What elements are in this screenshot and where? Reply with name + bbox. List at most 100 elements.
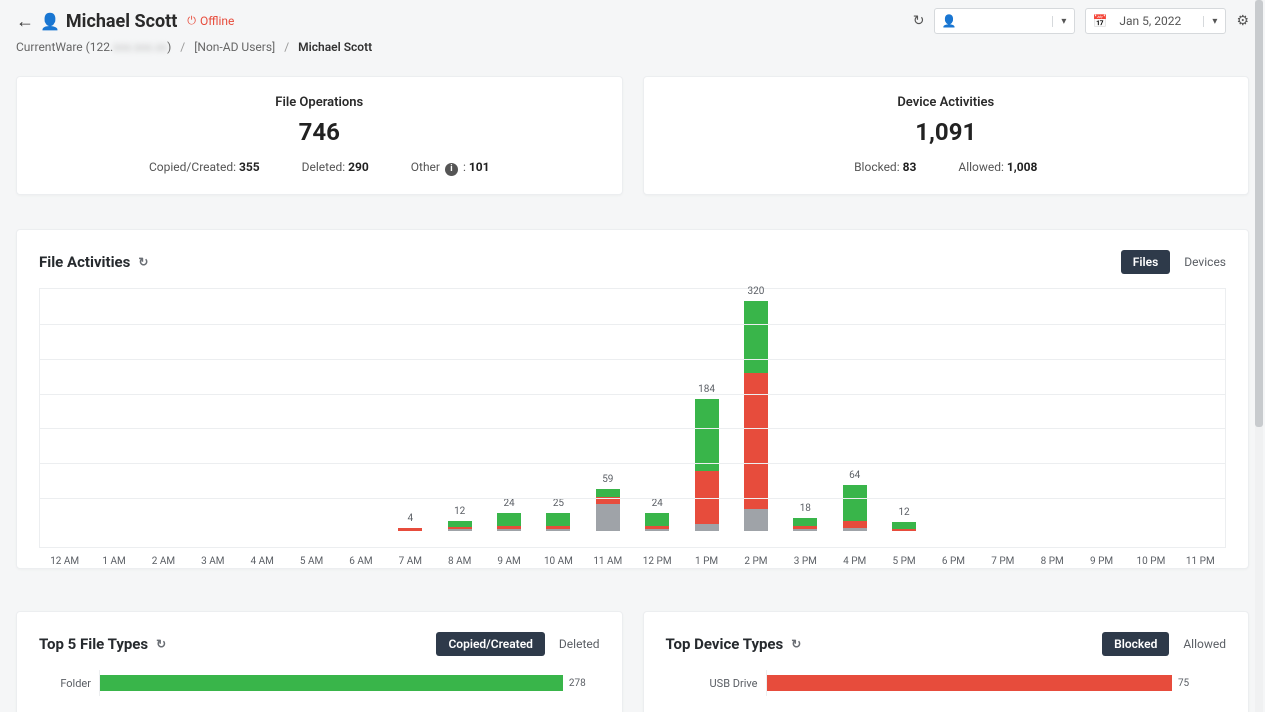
chart-column: 320 xyxy=(731,289,780,531)
chart-column: 4 xyxy=(386,289,435,531)
x-axis-label: 3 PM xyxy=(781,556,830,567)
bar-segment-gray xyxy=(448,529,472,531)
chart-column: 64 xyxy=(830,289,879,531)
back-arrow-icon[interactable]: ← xyxy=(16,11,34,32)
tab-deleted[interactable]: Deleted xyxy=(559,637,600,651)
top-device-types-chart: USB Drive75 xyxy=(666,670,1227,696)
chart-bar[interactable] xyxy=(793,518,817,531)
blocked-stat: Blocked: 83 xyxy=(854,160,916,174)
tab-files[interactable]: Files xyxy=(1121,250,1170,274)
chart-column: 24 xyxy=(633,289,682,531)
bar-value-label: 59 xyxy=(602,474,613,485)
page-scrollbar[interactable] xyxy=(1255,0,1263,712)
chart-column xyxy=(287,289,336,531)
x-axis-label: 3 AM xyxy=(188,556,237,567)
panel-title: Top Device Types xyxy=(666,635,784,653)
card-title: Device Activities xyxy=(660,95,1233,110)
x-axis-label: 7 AM xyxy=(386,556,435,567)
panel-title: File Activities xyxy=(39,253,130,271)
tab-devices[interactable]: Devices xyxy=(1184,255,1226,269)
card-title: File Operations xyxy=(33,95,606,110)
other-stat: Other i : 101 xyxy=(411,160,490,176)
user-icon: 👤 xyxy=(40,12,60,31)
refresh-icon[interactable]: ↻ xyxy=(791,637,801,651)
chart-column: 18 xyxy=(781,289,830,531)
chart-bar[interactable] xyxy=(843,485,867,531)
bar-segment-green xyxy=(596,489,620,498)
hchart-value-label: 75 xyxy=(1178,678,1189,689)
x-axis-label: 2 AM xyxy=(139,556,188,567)
deleted-stat: Deleted: 290 xyxy=(302,160,369,176)
bar-segment-green xyxy=(892,522,916,529)
x-axis-label: 1 AM xyxy=(89,556,138,567)
chart-bar[interactable] xyxy=(744,301,768,531)
user-picker[interactable]: 👤 ▾ xyxy=(934,8,1075,34)
date-picker[interactable]: 📅 Jan 5, 2022 ▾ xyxy=(1085,8,1226,34)
breadcrumb-group[interactable]: [Non-AD Users] xyxy=(194,40,275,54)
status-badge: ⏻ Offline xyxy=(187,14,234,28)
chart-gridline xyxy=(40,463,1225,464)
chart-bar[interactable] xyxy=(892,522,916,531)
date-picker-value: Jan 5, 2022 xyxy=(1113,14,1203,28)
breadcrumb-sep: / xyxy=(180,40,185,54)
tab-blocked[interactable]: Blocked xyxy=(1102,632,1169,656)
x-axis-label: 2 PM xyxy=(731,556,780,567)
x-axis-label: 8 AM xyxy=(435,556,484,567)
bar-segment-green xyxy=(793,518,817,527)
chart-column xyxy=(978,289,1027,531)
chart-column xyxy=(188,289,237,531)
gear-icon[interactable]: ⚙ xyxy=(1236,13,1249,29)
calendar-icon: 📅 xyxy=(1086,14,1113,28)
chart-bar[interactable] xyxy=(546,513,570,531)
bar-segment-red xyxy=(843,521,867,528)
bar-segment-gray xyxy=(695,524,719,531)
bar-segment-gray xyxy=(793,529,817,531)
chevron-down-icon[interactable]: ▾ xyxy=(1052,16,1074,27)
tab-allowed[interactable]: Allowed xyxy=(1183,637,1226,651)
chart-gridline xyxy=(40,359,1225,360)
breadcrumb-root[interactable]: CurrentWare (122.xxx.xxx.xx) xyxy=(16,40,171,54)
x-axis-label: 5 PM xyxy=(879,556,928,567)
hchart-row: Folder278 xyxy=(39,670,600,696)
top-file-types-panel: Top 5 File Types ↻ Copied/Created Delete… xyxy=(16,611,623,712)
chart-bar[interactable] xyxy=(645,513,669,531)
bar-segment-gray xyxy=(645,529,669,531)
file-activities-panel: File Activities ↻ Files Devices 4 12 24 25 5… xyxy=(16,229,1249,569)
x-axis-label: 1 PM xyxy=(682,556,731,567)
hchart-track: 75 xyxy=(766,670,1227,696)
chart-column xyxy=(139,289,188,531)
x-axis-label: 10 AM xyxy=(534,556,583,567)
x-axis-label: 12 AM xyxy=(40,556,89,567)
refresh-icon[interactable]: ↻ xyxy=(913,13,925,29)
panel-title: Top 5 File Types xyxy=(39,635,148,653)
info-icon[interactable]: i xyxy=(445,163,458,176)
hchart-value-label: 278 xyxy=(569,678,586,689)
x-axis-label: 11 PM xyxy=(1176,556,1225,567)
allowed-stat: Allowed: 1,008 xyxy=(958,160,1037,174)
file-activities-chart: 41224255924184320186412 12 AM1 AM2 AM3 A… xyxy=(39,288,1226,548)
tab-copied-created[interactable]: Copied/Created xyxy=(436,632,544,656)
chart-bar[interactable] xyxy=(695,399,719,531)
refresh-icon[interactable]: ↻ xyxy=(138,255,148,269)
scrollbar-thumb[interactable] xyxy=(1255,0,1263,427)
chevron-down-icon[interactable]: ▾ xyxy=(1203,16,1225,27)
chart-bar[interactable] xyxy=(398,528,422,531)
top-file-types-chart: Folder278 xyxy=(39,670,600,696)
bar-segment-gray xyxy=(546,529,570,531)
chart-bar[interactable] xyxy=(448,521,472,531)
bar-value-label: 12 xyxy=(454,506,465,517)
bar-segment-green xyxy=(695,399,719,471)
user-picker-icon: 👤 xyxy=(935,14,962,28)
bar-value-label: 24 xyxy=(503,498,514,509)
x-axis-label: 5 AM xyxy=(287,556,336,567)
chart-bar[interactable] xyxy=(497,513,521,531)
chart-bar[interactable] xyxy=(596,489,620,531)
x-axis-label: 9 PM xyxy=(1077,556,1126,567)
x-axis-label: 4 PM xyxy=(830,556,879,567)
hchart-bar[interactable] xyxy=(100,675,563,691)
bar-value-label: 25 xyxy=(553,498,564,509)
power-icon: ⏻ xyxy=(187,14,196,28)
refresh-icon[interactable]: ↻ xyxy=(156,637,166,651)
chart-column: 59 xyxy=(583,289,632,531)
hchart-bar[interactable] xyxy=(767,675,1172,691)
